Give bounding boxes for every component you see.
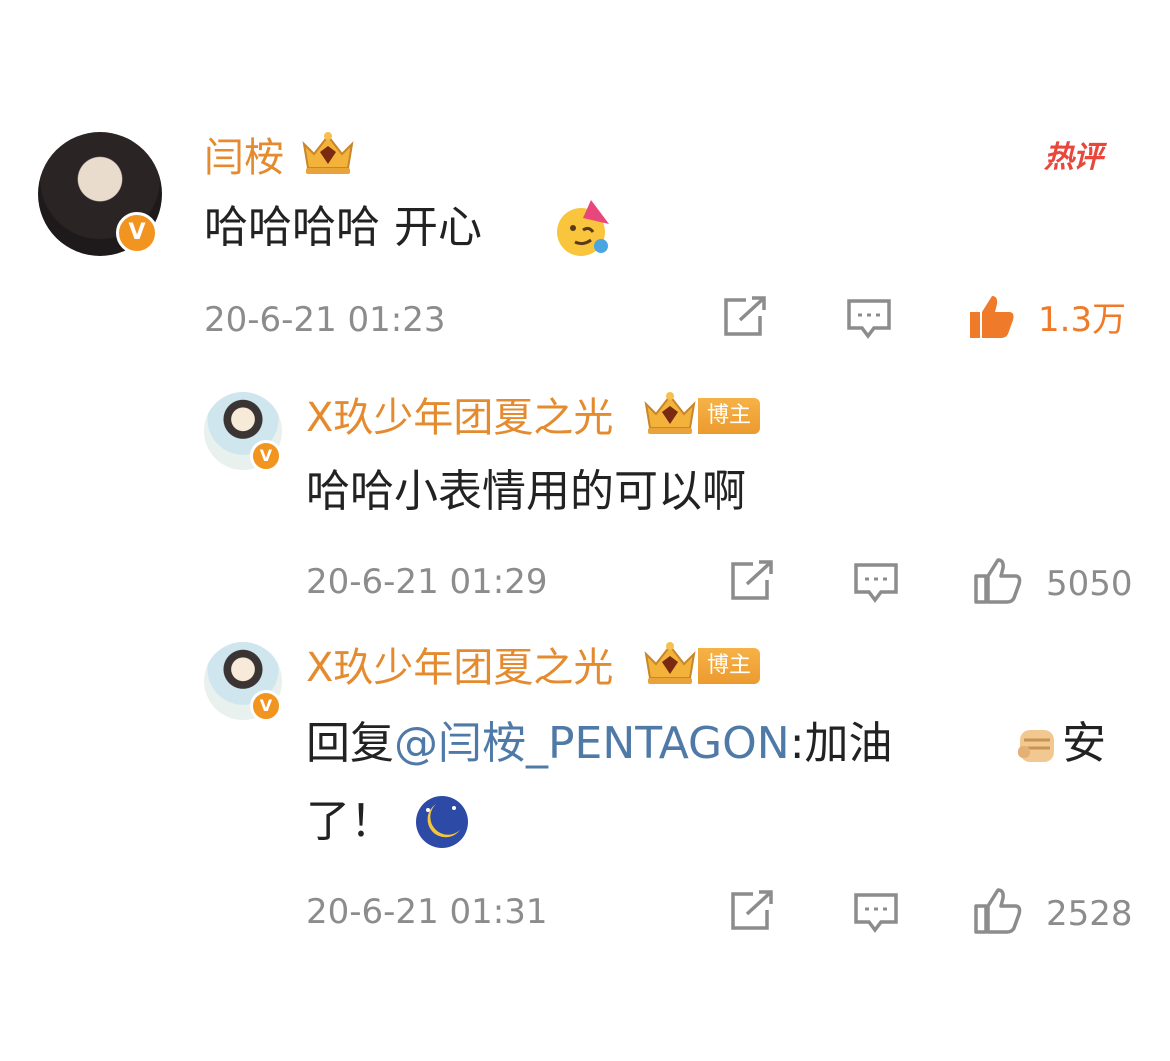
mention-link[interactable]: @闫桉_PENTAGON	[394, 718, 790, 769]
share-icon[interactable]	[722, 296, 768, 338]
like-count: 2528	[1046, 894, 1133, 934]
comment-text: 回复@闫桉_PENTAGON:加油	[306, 716, 893, 772]
crown-badge-icon	[640, 640, 700, 686]
comment-icon[interactable]	[853, 562, 899, 604]
comment-text-part: 安	[1062, 718, 1106, 769]
blogger-badge: 博主	[698, 398, 760, 434]
reply-prefix: 回复	[306, 718, 394, 769]
partying-face-emoji	[553, 196, 615, 258]
crown-badge-icon	[298, 130, 358, 176]
comment-icon[interactable]	[853, 892, 899, 934]
timestamp: 20-6-21 01:31	[306, 892, 548, 932]
username[interactable]: X玖少年团夏之光	[306, 394, 613, 442]
like-count: 1.3万	[1038, 300, 1127, 340]
like-icon[interactable]	[966, 292, 1018, 340]
hot-comment-tag: 热评	[1044, 140, 1103, 175]
timestamp: 20-6-21 01:23	[204, 300, 446, 340]
moon-face-emoji	[414, 794, 470, 850]
share-icon[interactable]	[729, 890, 775, 932]
like-count: 5050	[1046, 564, 1133, 604]
username[interactable]: 闫桉	[204, 134, 284, 182]
comment-text-line: 了！	[306, 796, 394, 847]
comment-text: 哈哈小表情用的可以啊	[306, 466, 746, 517]
username[interactable]: X玖少年团夏之光	[306, 644, 613, 692]
like-icon[interactable]	[972, 886, 1024, 934]
verified-badge: V	[250, 690, 282, 722]
timestamp: 20-6-21 01:29	[306, 562, 548, 602]
verified-badge: V	[116, 212, 158, 254]
share-icon[interactable]	[729, 560, 775, 602]
comment-icon[interactable]	[846, 298, 892, 340]
blogger-badge: 博主	[698, 648, 760, 684]
verified-badge: V	[250, 440, 282, 472]
crown-badge-icon	[640, 390, 700, 436]
comment-text-part: :加油	[789, 718, 893, 769]
fist-emoji	[1014, 722, 1060, 768]
like-icon[interactable]	[972, 556, 1024, 604]
comment-text: 哈哈哈哈 开心	[204, 202, 482, 253]
